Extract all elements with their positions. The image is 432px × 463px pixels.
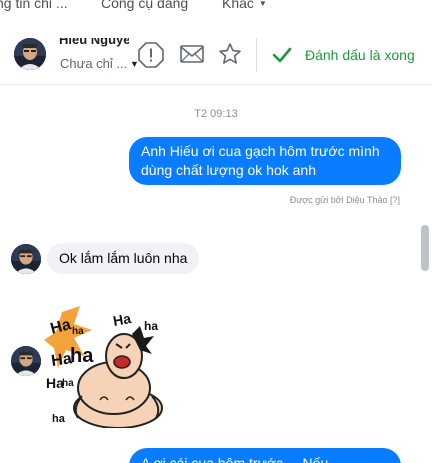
mark-done-label: Đánh dấu là xong bbox=[305, 47, 415, 63]
sent-by-note: Được gửi bởi Diệu Thảo [?] bbox=[290, 195, 400, 205]
message-text: A ơi cái cua hôm trước ... Nếu ... bbox=[141, 455, 344, 463]
tab-tools[interactable]: Công cụ dang bbox=[101, 0, 188, 11]
sticker-text: ha bbox=[62, 378, 74, 389]
tab-info[interactable]: ng tin chi ... bbox=[0, 0, 68, 11]
message-text: Ok lắm lắm luôn nha bbox=[59, 250, 188, 266]
message-line: dùng chất lượng ok hok anh bbox=[141, 162, 317, 178]
check-icon bbox=[272, 47, 292, 63]
contact-avatar-image bbox=[14, 38, 46, 70]
incoming-message-bubble[interactable]: Ok lắm lắm luôn nha bbox=[47, 243, 199, 274]
header-bottom-border bbox=[0, 84, 432, 85]
mail-icon[interactable] bbox=[180, 44, 204, 64]
sender-avatar-image bbox=[11, 346, 41, 376]
scrollbar-thumb[interactable] bbox=[421, 225, 429, 271]
top-tab-strip: ng tin chi ... Công cụ dang Khác ▼ bbox=[0, 0, 432, 16]
sender-avatar[interactable] bbox=[11, 244, 41, 274]
sticker-text: ha bbox=[52, 413, 66, 425]
outgoing-message-bubble[interactable]: A ơi cái cua hôm trước ... Nếu ... bbox=[129, 448, 401, 463]
contact-name-clip: Hiếu Nguyễn bbox=[59, 38, 129, 47]
tab-more-caret-icon: ▼ bbox=[258, 0, 267, 8]
sender-avatar-image bbox=[11, 244, 41, 274]
contact-name: Hiếu Nguyễn bbox=[59, 38, 129, 47]
sticker-text: ha bbox=[144, 319, 158, 333]
sent-by-text: Được gửi bởi Diệu Thảo bbox=[289, 195, 388, 205]
outgoing-message-bubble[interactable]: Anh Hiếu ơi cua gạch hôm trước mình dùng… bbox=[129, 137, 401, 185]
laughing-sticker[interactable]: Ha ha Ha ha Ha ha Ha ha ha bbox=[44, 304, 168, 428]
tab-more[interactable]: Khác ▼ bbox=[222, 0, 267, 11]
sticker-text: ha bbox=[70, 345, 94, 367]
message-line: Anh Hiếu ơi cua gạch hôm trước mình bbox=[141, 143, 380, 159]
contact-avatar[interactable] bbox=[14, 38, 46, 70]
star-icon[interactable] bbox=[218, 42, 242, 66]
sticker-text: Ha bbox=[112, 310, 133, 329]
sent-by-help-link[interactable]: [?] bbox=[390, 195, 400, 205]
header-divider bbox=[256, 38, 257, 72]
mark-done-button[interactable]: Đánh dấu là xong bbox=[272, 42, 415, 68]
sender-avatar[interactable] bbox=[11, 346, 41, 376]
message-timestamp: T2 09:13 bbox=[194, 108, 238, 120]
conversation-header: Hiếu Nguyễn Chưa chỉ ... ▼ Đánh dấu là x… bbox=[0, 28, 432, 82]
assignment-status[interactable]: Chưa chỉ ... bbox=[60, 56, 127, 71]
sticker-text: ha bbox=[72, 326, 84, 337]
alert-icon[interactable] bbox=[138, 42, 164, 68]
tab-more-label: Khác bbox=[222, 0, 254, 11]
